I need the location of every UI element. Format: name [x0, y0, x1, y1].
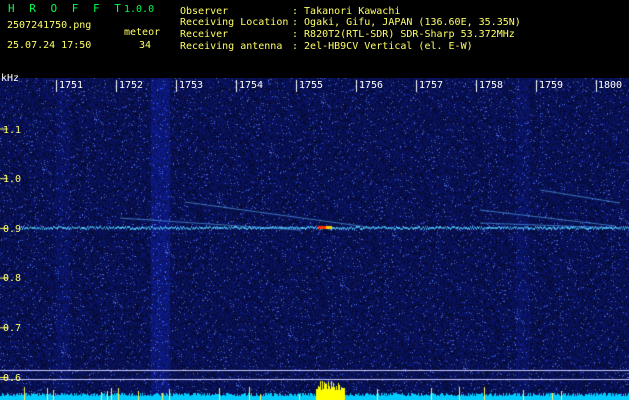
- meteor-label: meteor: [124, 27, 161, 38]
- receiver-value: : R820T2(RTL-SDR) SDR-Sharp 53.372MHz: [292, 29, 515, 40]
- y-tick-label: 0.9: [3, 224, 22, 235]
- file-name: 2507241750.png: [7, 20, 92, 31]
- x-tick-label: 1755: [299, 80, 324, 91]
- date-time: 25.07.24 17:50: [7, 40, 92, 51]
- spectrogram-canvas: [0, 78, 629, 400]
- y-tick-label: 0.6: [3, 373, 22, 384]
- y-tick-label: 1.0: [3, 174, 22, 185]
- antenna-value: : 2el-HB9CV Vertical (el. E-W): [292, 41, 473, 52]
- x-tick-label: 1753: [179, 80, 204, 91]
- y-tick-label: 0.8: [3, 273, 22, 284]
- app-title: H R O F F T: [8, 2, 125, 15]
- y-axis-unit: kHz: [1, 73, 20, 84]
- x-tick-label: 1751: [59, 80, 84, 91]
- location-value: : Ogaki, Gifu, JAPAN (136.60E, 35.35N): [292, 17, 521, 28]
- location-key: Receiving Location: [180, 17, 289, 28]
- y-tick-label: 0.7: [3, 323, 22, 334]
- x-tick-label: 1758: [479, 80, 504, 91]
- y-tick-label: 1.1: [3, 125, 22, 136]
- app-version: 1.0.0: [124, 4, 155, 15]
- x-tick-label: 1754: [239, 80, 264, 91]
- x-tick-label: 1800: [598, 80, 623, 91]
- header-panel: H R O F F T 1.0.0 2507241750.png meteor …: [0, 0, 629, 78]
- receiver-key: Receiver: [180, 29, 229, 40]
- x-tick-label: 1757: [419, 80, 444, 91]
- meteor-count: 34: [139, 40, 152, 51]
- x-tick-label: 1752: [119, 80, 144, 91]
- antenna-key: Receiving antenna: [180, 41, 283, 52]
- x-tick-label: 1759: [539, 80, 564, 91]
- x-tick-label: 1756: [359, 80, 384, 91]
